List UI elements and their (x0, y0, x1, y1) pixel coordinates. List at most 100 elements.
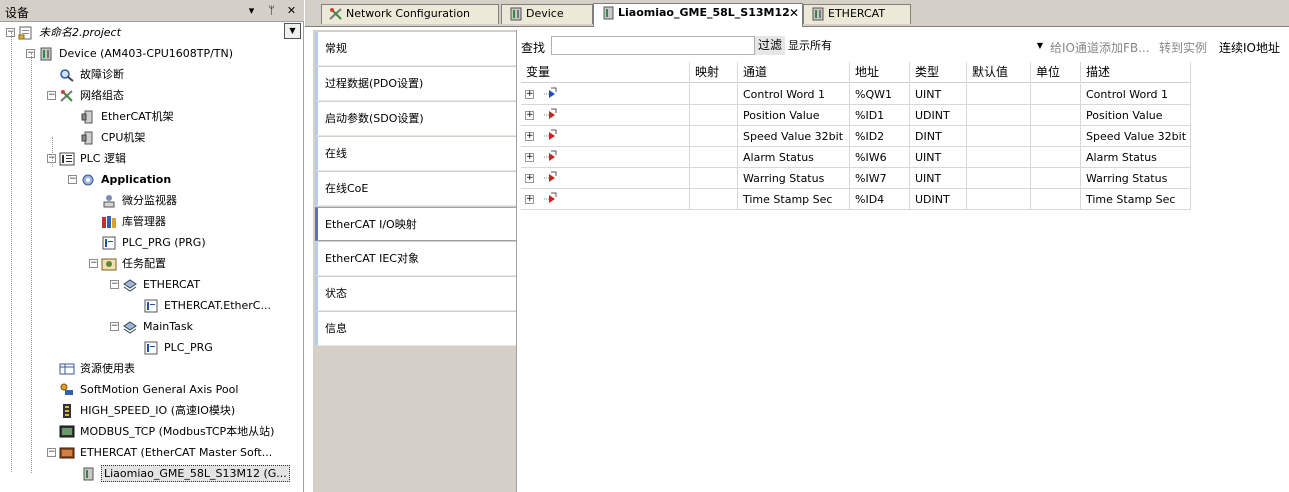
devices-panel: 设备 ▾ ᛘ ✕ − 未命名2.project − Device (AM403-CPU… (0, 0, 304, 492)
cell-address: %ID4 (850, 189, 910, 210)
settings-tab[interactable]: 过程数据(PDO设置) (315, 67, 516, 101)
table-row[interactable]: + Warring Status %IW7 UINT Warring Status (521, 168, 1289, 189)
cell-variable[interactable]: + (521, 147, 690, 168)
cell-type: UINT (910, 84, 967, 105)
table-row[interactable]: + Speed Value 32bit %ID2 DINT Speed Value 32… (521, 126, 1289, 147)
filter-toolbar: 查找 过滤 显示所有 ▼ 给IO通道添加FB... 转到实例 连续IO地址 (517, 34, 1289, 58)
tree-item[interactable]: 故障诊断 (47, 64, 124, 85)
cell-variable[interactable]: + (521, 105, 690, 126)
tree-item-label: 未命名2.project (39, 26, 121, 39)
tree-item[interactable]: MODBUS_TCP (ModbusTCP本地从站) (47, 421, 274, 442)
grid-header: 变量 映射 通道 地址 类型 默认值 单位 描述 (521, 62, 1289, 83)
add-fb-button[interactable]: 给IO通道添加FB... (1050, 39, 1150, 56)
tree-item[interactable]: EtherCAT机架 (68, 106, 174, 127)
expand-icon[interactable]: + (525, 132, 534, 141)
cell-default (967, 147, 1031, 168)
collapse-icon[interactable]: − (110, 280, 119, 289)
column-header[interactable]: 默认值 (967, 62, 1031, 83)
slave-device-icon (600, 6, 614, 20)
tree-item[interactable]: 资源使用表 (47, 358, 135, 379)
cell-channel: Position Value (738, 105, 850, 126)
column-header[interactable]: 变量 (521, 62, 690, 83)
tree-item[interactable]: Liaomiao_GME_58L_S13M12 (G... (68, 463, 290, 484)
settings-tab[interactable]: 状态 (315, 277, 516, 311)
close-icon[interactable]: ✕ (789, 4, 799, 22)
tree-item[interactable]: − Application (68, 169, 171, 190)
expand-icon[interactable]: + (525, 153, 534, 162)
pin-icon[interactable]: ᛘ (264, 3, 279, 18)
tree-item[interactable]: ETHERCAT.EtherC... (131, 295, 271, 316)
tree-connector (31, 53, 32, 473)
column-header[interactable]: 单位 (1031, 62, 1081, 83)
close-panel-button[interactable]: ✕ (284, 3, 299, 18)
editor-tab-bar: Network Configuration Device Liaomiao_GME_… (305, 0, 1289, 27)
table-row[interactable]: + Time Stamp Sec %ID4 UDINT Time Stamp Sec (521, 189, 1289, 210)
column-header[interactable]: 类型 (910, 62, 967, 83)
column-header[interactable]: 映射 (690, 62, 738, 83)
expand-icon[interactable]: + (525, 111, 534, 120)
tree-item[interactable]: − ETHERCAT (110, 274, 200, 295)
tree-item[interactable]: − 任务配置 (89, 253, 166, 274)
cell-variable[interactable]: + (521, 126, 690, 147)
tab-liaomiao-gme-58l-s13m12[interactable]: Liaomiao_GME_58L_S13M12 ✕ (593, 3, 803, 27)
tree-item[interactable]: 库管理器 (89, 211, 166, 232)
collapse-icon[interactable]: − (89, 259, 98, 268)
tree-item-label: 微分监视器 (122, 194, 177, 207)
tree-item[interactable]: PLC_PRG (131, 337, 213, 358)
tree-item[interactable]: − PLC 逻辑 (47, 148, 126, 169)
settings-tab[interactable]: 常规 (315, 32, 516, 66)
filter-select[interactable]: 显示所有 ▼ (785, 36, 1047, 55)
tree-item[interactable]: HIGH_SPEED_IO (高速IO模块) (47, 400, 235, 421)
table-row[interactable]: + Position Value %ID1 UDINT Position Value (521, 105, 1289, 126)
tree-item[interactable]: − 网络组态 (47, 85, 124, 106)
input-channel-icon (542, 108, 558, 122)
settings-tab[interactable]: 信息 (315, 312, 516, 346)
tab-ethercat[interactable]: ETHERCAT (803, 4, 911, 24)
settings-tab[interactable]: 在线 (315, 137, 516, 171)
table-row[interactable]: + Alarm Status %IW6 UINT Alarm Status (521, 147, 1289, 168)
find-input[interactable] (551, 36, 755, 55)
collapse-icon[interactable]: − (110, 322, 119, 331)
tree-item[interactable]: SoftMotion General Axis Pool (47, 379, 238, 400)
axis-icon (59, 383, 75, 397)
cell-variable[interactable]: + (521, 168, 690, 189)
panel-menu-button[interactable]: ▾ (244, 3, 259, 18)
column-header[interactable]: 通道 (738, 62, 850, 83)
collapse-icon[interactable]: − (47, 91, 56, 100)
cell-variable[interactable]: + (521, 189, 690, 210)
tab-device[interactable]: Device (501, 4, 593, 24)
tree-item[interactable]: CPU机架 (68, 127, 145, 148)
tree-item-label: 故障诊断 (80, 68, 124, 81)
collapse-icon[interactable]: − (47, 448, 56, 457)
table-row[interactable]: + Control Word 1 %QW1 UINT Control Word 1 (521, 84, 1289, 105)
filter-label: 过滤 (755, 36, 785, 55)
cell-variable[interactable]: + (521, 84, 690, 105)
goto-instance-button[interactable]: 转到实例 (1159, 39, 1207, 56)
settings-tab[interactable]: 在线CoE (315, 172, 516, 206)
settings-tab[interactable]: EtherCAT IEC对象 (315, 242, 516, 276)
expand-icon[interactable]: + (525, 90, 534, 99)
tab-network-configuration[interactable]: Network Configuration (321, 4, 499, 24)
tree-item[interactable]: − MainTask (110, 316, 193, 337)
settings-tab[interactable]: 启动参数(SDO设置) (315, 102, 516, 136)
column-header[interactable]: 地址 (850, 62, 910, 83)
continuous-io-button[interactable]: 连续IO地址 (1219, 39, 1280, 56)
settings-tab[interactable]: EtherCAT I/O映射 (315, 207, 517, 241)
tree-item-label: SoftMotion General Axis Pool (80, 383, 239, 396)
tree-item[interactable]: − Device (AM403-CPU1608TP/TN) (26, 43, 233, 64)
cell-type: UDINT (910, 189, 967, 210)
tree-dropdown-button[interactable]: ▼ (284, 23, 301, 39)
expand-icon[interactable]: + (525, 174, 534, 183)
cell-unit (1031, 105, 1081, 126)
tree-item[interactable]: 微分监视器 (89, 190, 177, 211)
tree-item[interactable]: PLC_PRG (PRG) (89, 232, 206, 253)
column-header[interactable]: 描述 (1081, 62, 1191, 83)
tree-item[interactable]: − ETHERCAT (EtherCAT Master Soft... (47, 442, 272, 463)
expand-icon[interactable]: + (525, 195, 534, 204)
tree-item[interactable]: − 未命名2.project (6, 22, 121, 43)
collapse-icon[interactable]: − (68, 175, 77, 184)
program-icon (143, 341, 159, 355)
